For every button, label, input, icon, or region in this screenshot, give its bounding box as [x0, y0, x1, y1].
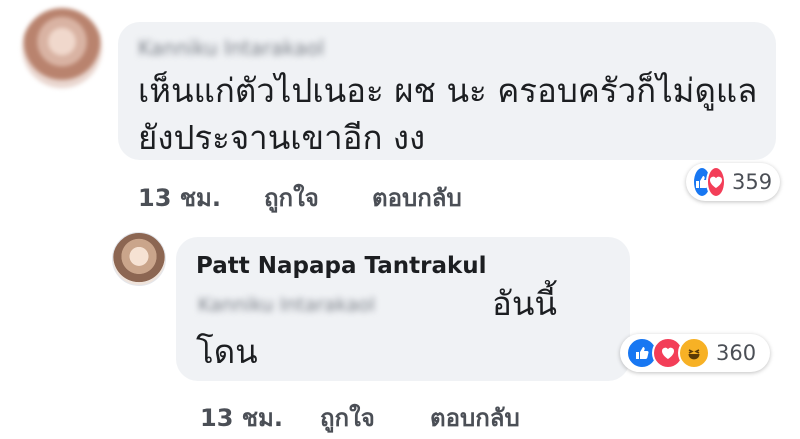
reaction-summary[interactable]: 359 [686, 163, 780, 201]
comment-actions: 13 ชม. ถูกใจ ตอบกลับ [138, 178, 538, 212]
reply-text-line1: อันนี้ [492, 284, 557, 323]
mention-tag-blurred[interactable]: Kanniku Intarakaol [198, 294, 375, 316]
comment-text-line1: เห็นแก่ตัวไปเนอะ ผช นะ ครอบครัวก็ไม่ดูแล [138, 71, 758, 110]
haha-reaction-icon [678, 337, 710, 369]
commenter-avatar[interactable] [22, 8, 102, 88]
reply-text-line2: โดน [196, 332, 258, 371]
commenter-name-blurred[interactable]: Kanniku Intarakaol [138, 36, 324, 60]
reply-bubble: Patt Napapa Tantrakul Kanniku Intarakaol… [176, 237, 630, 381]
comment-text-line2: ยังประจานเขาอีก งง [138, 118, 426, 157]
reply-reaction-summary[interactable]: 360 [620, 334, 770, 372]
reply-link[interactable]: ตอบกลับ [372, 178, 462, 217]
reaction-count: 359 [732, 170, 773, 194]
reply-author-name[interactable]: Patt Napapa Tantrakul [196, 253, 487, 279]
comment-time[interactable]: 13 ชม. [138, 178, 221, 217]
like-link[interactable]: ถูกใจ [264, 178, 319, 217]
reaction-count: 360 [716, 341, 757, 365]
reply-link[interactable]: ตอบกลับ [430, 398, 520, 437]
like-link[interactable]: ถูกใจ [320, 398, 375, 437]
reply-author-avatar[interactable] [112, 232, 166, 286]
comment-bubble: Kanniku Intarakaol เห็นแก่ตัวไปเนอะ ผช น… [118, 22, 776, 160]
reply-time[interactable]: 13 ชม. [200, 398, 283, 437]
reply-actions: 13 ชม. ถูกใจ ตอบกลับ [200, 398, 620, 432]
love-reaction-icon [706, 166, 726, 198]
